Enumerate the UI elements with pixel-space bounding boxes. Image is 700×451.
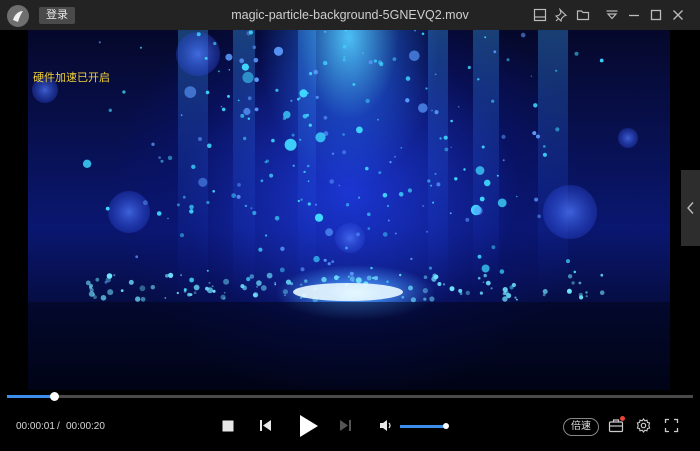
settings-button[interactable] xyxy=(636,418,651,433)
window-title: magic-particle-background-5GNEVQ2.mov xyxy=(231,8,469,22)
speaker-icon xyxy=(380,420,391,431)
volume-slider[interactable] xyxy=(400,423,449,429)
play-button[interactable] xyxy=(296,413,320,439)
hardware-acceleration-notice: 硬件加速已开启 xyxy=(33,72,110,84)
title-bar: 登录 magic-particle-background-5GNEVQ2.mov xyxy=(0,0,700,30)
notification-badge xyxy=(620,416,625,421)
close-icon[interactable] xyxy=(671,8,685,22)
video-frame[interactable]: 硬件加速已开启 xyxy=(28,30,670,390)
previous-button[interactable] xyxy=(259,419,272,432)
fullscreen-button[interactable] xyxy=(664,418,679,433)
mini-mode-icon[interactable] xyxy=(533,8,547,22)
maximize-icon[interactable] xyxy=(649,8,663,22)
chevron-left-icon xyxy=(687,202,694,214)
pin-icon[interactable] xyxy=(555,8,569,22)
next-icon xyxy=(340,420,351,431)
progress-fill xyxy=(7,395,54,398)
time-separator: / xyxy=(57,421,60,432)
playback-speed-button[interactable]: 倍速 xyxy=(563,418,599,436)
playlist-toggle-tab[interactable] xyxy=(681,170,700,246)
volume-fill xyxy=(400,425,446,428)
volume-handle[interactable] xyxy=(443,423,449,429)
menu-icon[interactable] xyxy=(605,8,619,22)
particle-background-image xyxy=(28,30,670,390)
progress-bar[interactable] xyxy=(7,392,693,401)
stop-button[interactable] xyxy=(222,420,234,432)
current-time: 00:00:01 xyxy=(16,421,55,432)
folder-icon[interactable] xyxy=(576,8,590,22)
progress-handle[interactable] xyxy=(49,392,59,401)
previous-icon xyxy=(260,420,271,431)
fullscreen-icon xyxy=(664,418,679,433)
minimize-icon[interactable] xyxy=(627,8,641,22)
play-icon xyxy=(300,415,318,437)
login-button[interactable]: 登录 xyxy=(39,7,75,24)
total-time: 00:00:20 xyxy=(66,421,105,432)
app-logo-icon[interactable] xyxy=(7,5,29,27)
stop-icon xyxy=(222,420,234,432)
volume-button[interactable] xyxy=(379,419,393,432)
next-button[interactable] xyxy=(339,419,352,432)
gear-icon xyxy=(636,418,651,433)
